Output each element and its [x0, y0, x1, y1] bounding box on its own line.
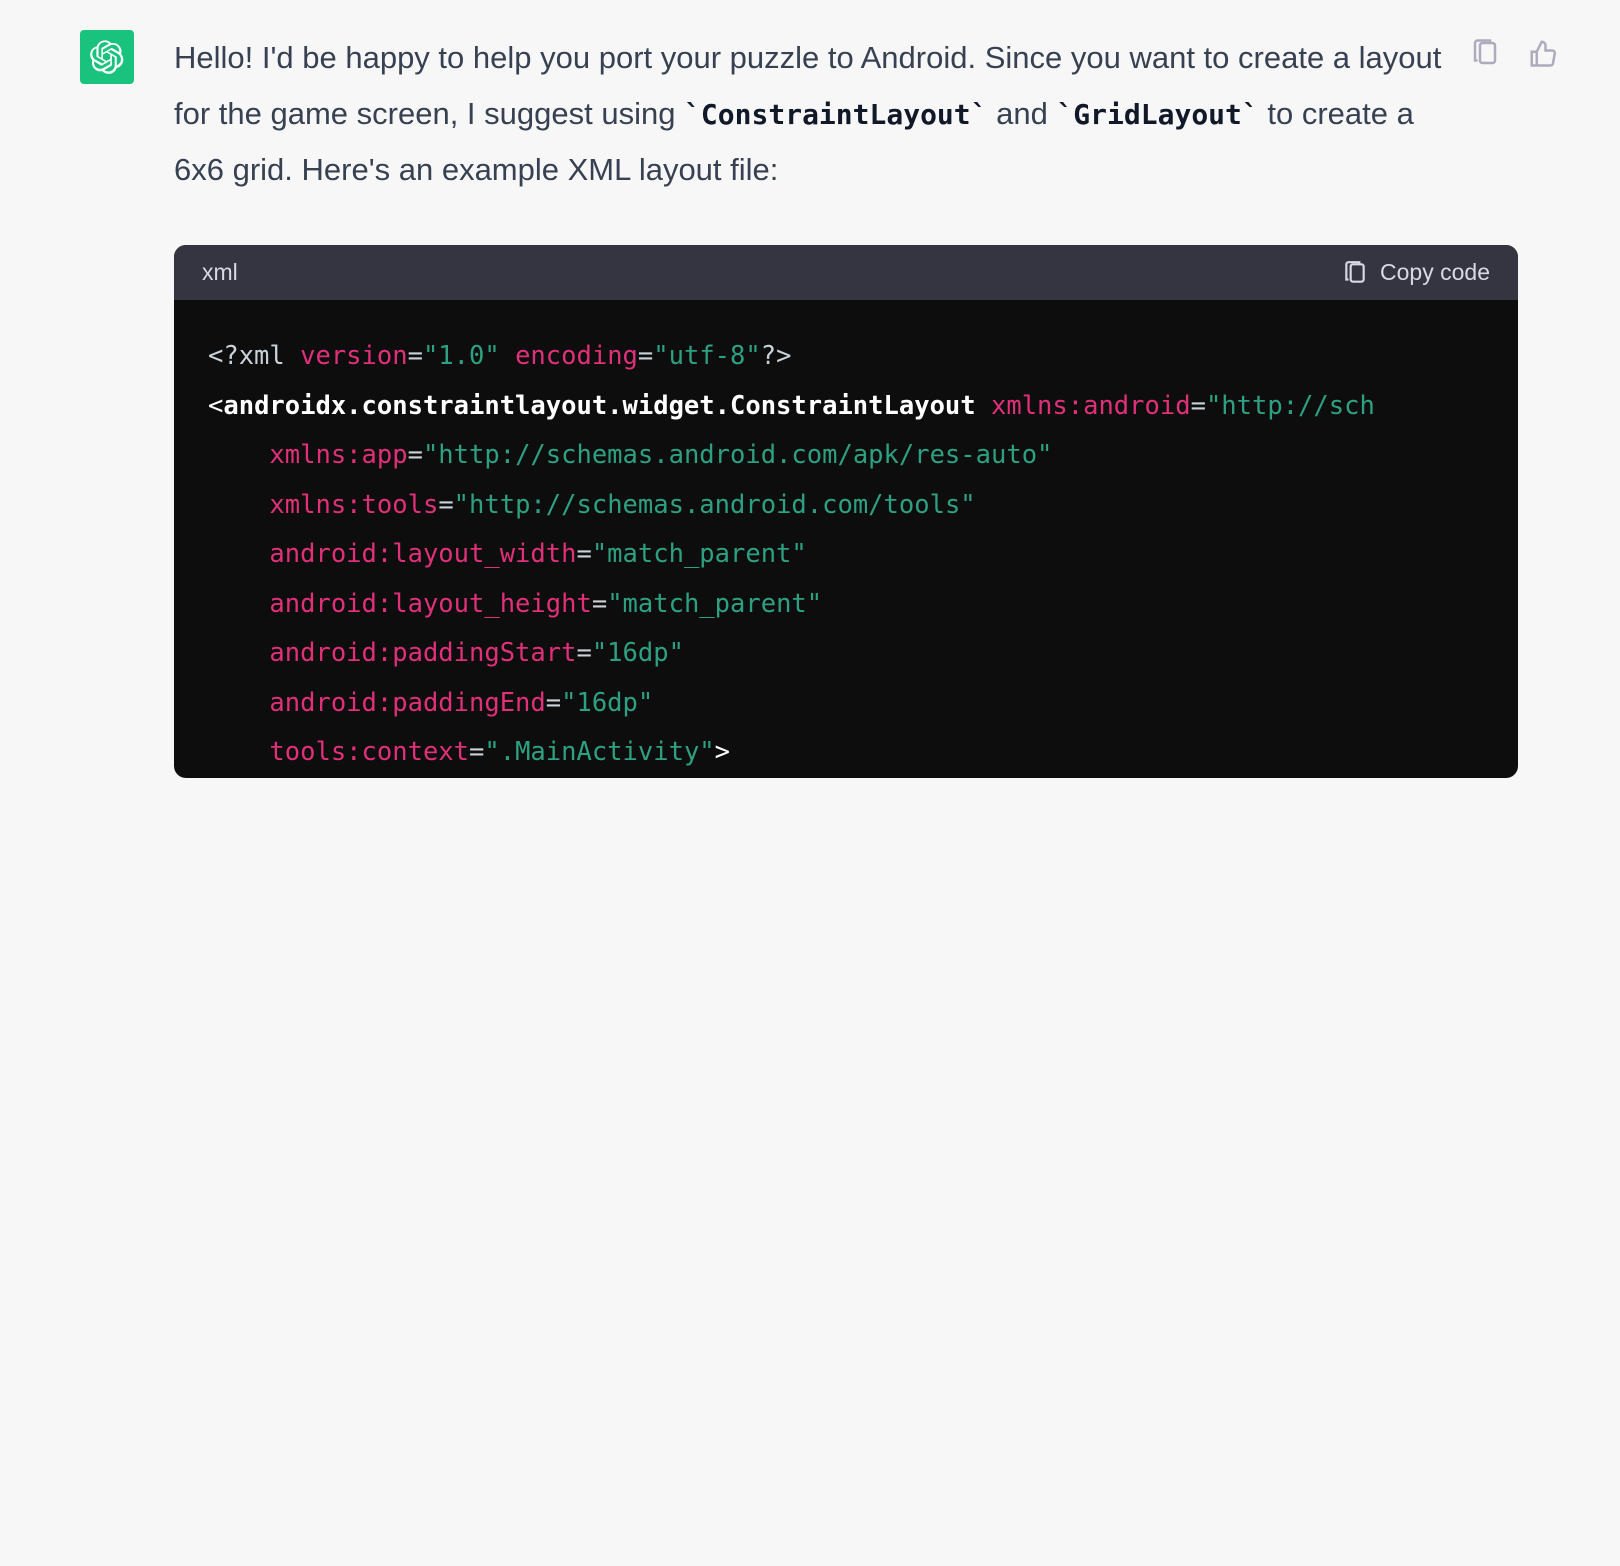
message-container: Hello! I'd be happy to help you port you…: [0, 0, 1620, 778]
message-main: Hello! I'd be happy to help you port you…: [174, 30, 1560, 778]
code-block: xml Copy code <?xml version="1.0" encodi…: [174, 245, 1518, 777]
inline-code-2: `GridLayout`: [1056, 98, 1258, 131]
message-actions: [1468, 36, 1560, 70]
copy-code-button[interactable]: Copy code: [1342, 259, 1490, 286]
thumbs-up-icon: [1528, 38, 1558, 68]
code-body[interactable]: <?xml version="1.0" encoding="utf-8"?><a…: [174, 300, 1518, 777]
clipboard-icon: [1342, 260, 1368, 286]
code-header: xml Copy code: [174, 245, 1518, 300]
assistant-text: Hello! I'd be happy to help you port you…: [174, 30, 1560, 197]
copy-code-label: Copy code: [1380, 259, 1490, 286]
code-language-label: xml: [202, 259, 238, 286]
prose-part2: and: [988, 96, 1057, 131]
clipboard-icon: [1470, 38, 1500, 68]
thumbs-up-button[interactable]: [1526, 36, 1560, 70]
assistant-avatar: [80, 30, 134, 84]
copy-message-button[interactable]: [1468, 36, 1502, 70]
openai-icon: [90, 40, 124, 74]
inline-code-1: `ConstraintLayout`: [684, 98, 987, 131]
